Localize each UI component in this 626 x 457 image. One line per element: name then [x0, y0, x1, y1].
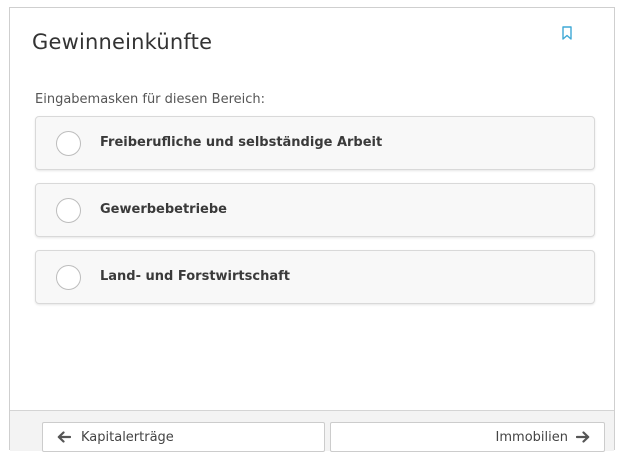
arrow-right-icon [576, 431, 590, 443]
section-subtitle: Eingabemasken für diesen Bereich: [35, 92, 266, 107]
arrow-left-icon [57, 431, 71, 443]
option-gewerbebetriebe[interactable]: Gewerbebetriebe [35, 183, 595, 237]
previous-button[interactable]: Kapitalerträge [42, 422, 325, 452]
gewinneinkuenfte-panel: Gewinneinkünfte Eingabemasken für diesen… [9, 7, 615, 452]
option-freiberufliche-arbeit[interactable]: Freiberufliche und selbständige Arbeit [35, 116, 595, 170]
next-button-label: Immobilien [495, 430, 568, 445]
option-label: Freiberufliche und selbständige Arbeit [100, 135, 383, 150]
radio-icon[interactable] [56, 265, 81, 290]
option-land-forstwirtschaft[interactable]: Land- und Forstwirtschaft [35, 250, 595, 304]
radio-icon[interactable] [56, 198, 81, 223]
next-button[interactable]: Immobilien [330, 422, 605, 452]
navigation-footer: Kapitalerträge Immobilien [10, 410, 614, 452]
previous-button-label: Kapitalerträge [81, 430, 174, 445]
radio-icon[interactable] [56, 131, 81, 156]
option-label: Gewerbebetriebe [100, 202, 227, 217]
bookmark-icon[interactable] [562, 26, 572, 40]
page-title: Gewinneinkünfte [32, 30, 213, 54]
option-label: Land- und Forstwirtschaft [100, 269, 290, 284]
